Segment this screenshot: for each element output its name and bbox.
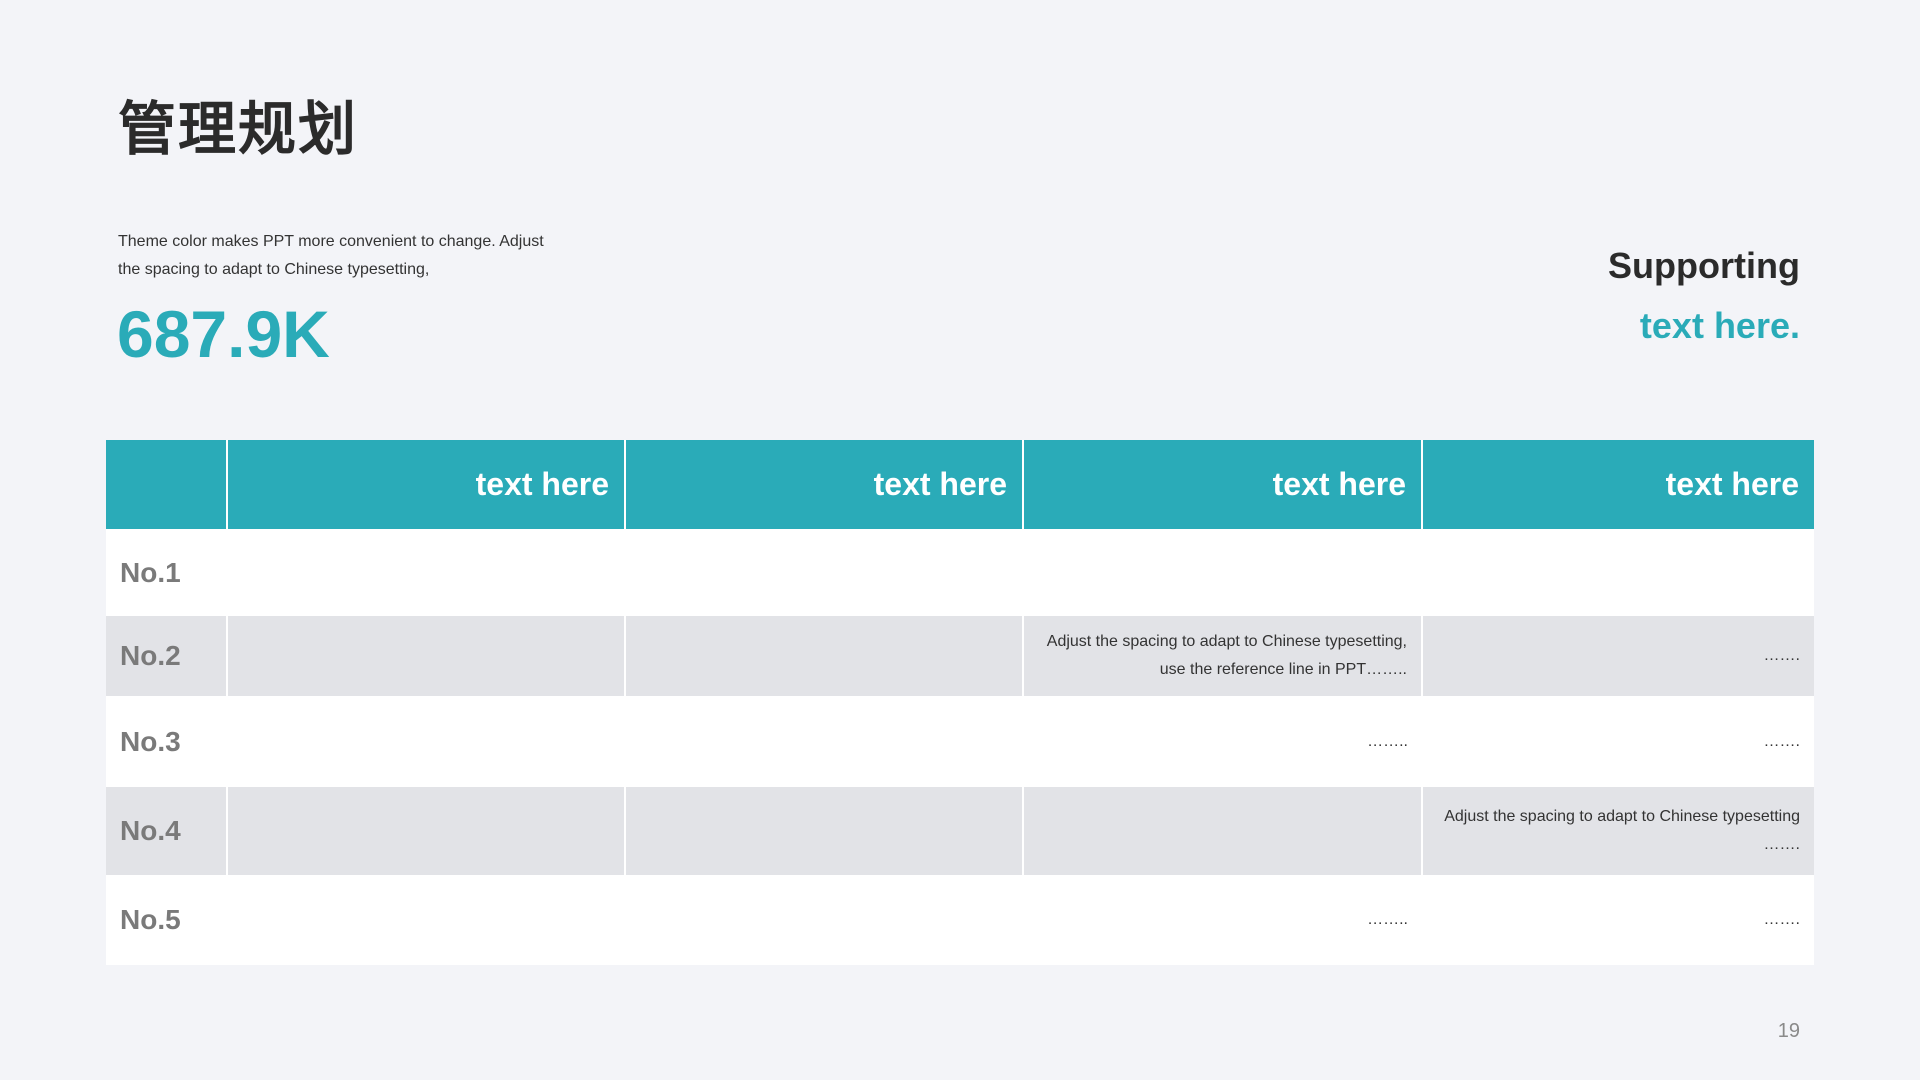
table-cell [625,529,1023,616]
supporting-line-2: text here. [1639,305,1800,346]
table-cell: ……. [1421,616,1814,696]
table-cell [1422,529,1814,616]
table-header-cell: text here [226,440,625,529]
table-cell: …….. [1023,875,1422,965]
table-cell: ……. [1422,875,1814,965]
table-row: No.2 Adjust the spacing to adapt to Chin… [106,616,1814,696]
table-cell [624,616,1023,696]
table-cell: ……. [1422,696,1814,787]
table-row: No.1 [106,529,1814,616]
table-cell [227,875,625,965]
table-cell: …….. [1023,696,1422,787]
table-header-cell: text here [624,440,1023,529]
table-header-cell: text here [1022,440,1422,529]
row-label: No.1 [106,529,227,616]
table-cell: Adjust the spacing to adapt to Chinese t… [1421,787,1814,875]
table-row: No.4 Adjust the spacing to adapt to Chin… [106,787,1814,875]
row-label: No.4 [106,787,227,875]
table-cell [625,696,1023,787]
table-row: No.3 …….. ……. [106,696,1814,787]
table-cell [1023,529,1422,616]
table-cell [226,616,625,696]
supporting-line-1: Supporting [1608,245,1800,286]
table-row: No.5 …….. ……. [106,875,1814,965]
table-cell [625,875,1023,965]
table-header-cell [106,440,227,529]
slide-title: 管理规划 [118,95,359,163]
table-cell: Adjust the spacing to adapt to Chinese t… [1022,616,1422,696]
planning-table: text here text here text here text here … [106,440,1814,965]
metric-value: 687.9K [117,297,330,371]
supporting-text: Supporting text here. [1608,236,1800,356]
row-label: No.3 [106,696,227,787]
table-header-cell: text here [1421,440,1814,529]
row-label: No.5 [106,875,227,965]
table-cell [624,787,1023,875]
description-text: Theme color makes PPT more convenient to… [118,233,544,278]
table-cell [1022,787,1422,875]
table-cell [226,787,625,875]
table-cell [227,696,625,787]
page-number: 19 [1777,1020,1800,1042]
table-header-row: text here text here text here text here [106,440,1814,529]
row-label: No.2 [106,616,227,696]
table-cell [227,529,625,616]
